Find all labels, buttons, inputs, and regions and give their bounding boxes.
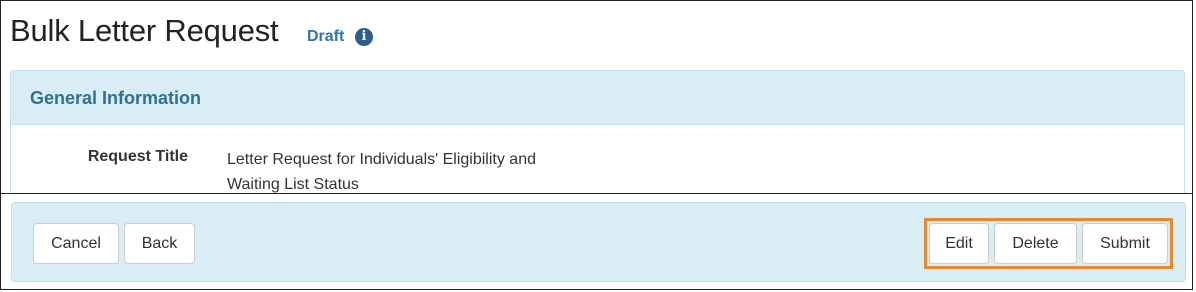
top-screenshot-frame: Bulk Letter Request Draft i General Info…: [0, 0, 1193, 200]
status-badge: Draft: [307, 28, 345, 45]
submit-button[interactable]: Submit: [1082, 223, 1168, 264]
edit-button[interactable]: Edit: [929, 223, 989, 264]
page-title: Bulk Letter Request: [10, 13, 279, 48]
info-icon[interactable]: i: [355, 28, 373, 46]
back-button[interactable]: Back: [124, 223, 195, 264]
panel-heading: General Information: [11, 71, 1184, 125]
request-title-label: Request Title: [87, 148, 188, 165]
delete-button[interactable]: Delete: [994, 223, 1077, 264]
cancel-button[interactable]: Cancel: [33, 223, 119, 264]
request-title-value: Letter Request for Individuals' Eligibil…: [227, 151, 536, 193]
general-information-panel: General Information Request Title Letter…: [10, 70, 1185, 200]
bottom-screenshot-frame: Cancel Back Edit Delete Submit: [0, 193, 1193, 290]
action-bar: Cancel Back Edit Delete Submit: [11, 202, 1186, 282]
